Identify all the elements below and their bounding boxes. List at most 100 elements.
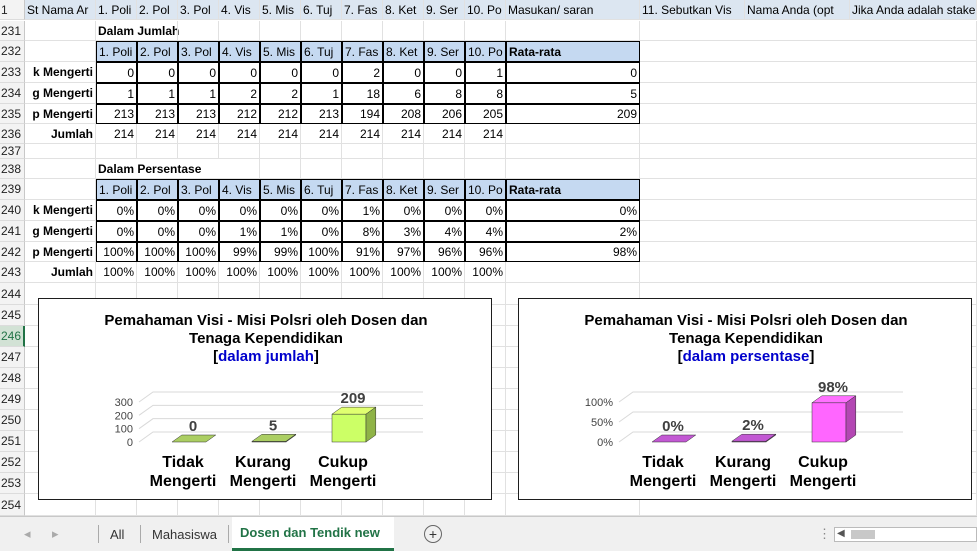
sheet-cell[interactable] [640,221,977,242]
header-cell[interactable]: 7. Fas [342,0,383,20]
sheet-cell[interactable]: 8 [424,83,465,104]
row-number[interactable]: 240 [0,200,25,221]
sheet-cell[interactable]: 0 [178,62,219,83]
sheet-cell[interactable] [25,21,96,41]
sheet-cell[interactable]: 10. Po [465,41,506,62]
sheet-cell[interactable]: 0% [137,200,178,221]
sheet-cell[interactable] [640,200,977,221]
sheet-cell[interactable] [178,21,219,41]
sheet-cell[interactable]: g Mengerti [25,83,96,104]
sheet-cell[interactable]: 9. Ser [424,179,465,200]
bar-2[interactable] [731,433,777,443]
sheet-cell[interactable]: 99% [219,242,260,262]
sheet-cell[interactable]: 0% [424,200,465,221]
sheet-cell[interactable]: 208 [383,104,424,124]
sheet-cell[interactable]: 214 [342,124,383,144]
sheet-cell[interactable]: 2. Pol [137,41,178,62]
sheet-cell[interactable]: 213 [178,104,219,124]
header-cell[interactable]: 9. Ser [424,0,465,20]
sheet-cell[interactable]: 2 [219,83,260,104]
sheet-cell[interactable]: 0% [506,200,640,221]
sheet-cell[interactable]: 0% [465,200,506,221]
row-number[interactable]: 248 [0,368,25,389]
row-number[interactable]: 246 [0,326,25,347]
sheet-cell[interactable] [640,41,977,62]
sheet-cell[interactable]: 8% [342,221,383,242]
sheet-cell[interactable] [506,159,640,179]
row-number[interactable]: 242 [0,242,25,262]
header-cell[interactable]: Masukan/ saran [506,0,640,20]
sheet-cell[interactable]: 1 [96,83,137,104]
header-cell[interactable]: 4. Vis [219,0,260,20]
sheet-cell[interactable]: k Mengerti [25,200,96,221]
sheet-cell[interactable]: 0% [383,200,424,221]
sheet-cell[interactable]: 7. Fas [342,179,383,200]
row-number[interactable]: 243 [0,262,25,283]
header-cell[interactable]: 5. Mis [260,0,301,20]
sheet-cell[interactable]: Jumlah [25,124,96,144]
sheet-cell[interactable] [506,262,640,283]
sheet-cell[interactable]: 213 [96,104,137,124]
sheet-row[interactable]: 243 Jumlah 100% 100% 100% 100% 100% 100% 100% 100… [0,262,977,283]
sheet-cell[interactable]: 214 [219,124,260,144]
row-number[interactable]: 239 [0,179,25,200]
sheet-cell[interactable]: 0% [178,221,219,242]
sheet-cell[interactable]: 6. Tuj [301,179,342,200]
sheet-cell[interactable] [640,242,977,262]
sheet-row[interactable]: 242 p Mengerti 100% 100% 100% 99% 99% 100% 91% 97… [0,242,977,262]
sheet-cell[interactable] [301,21,342,41]
sheet-cell[interactable] [640,159,977,179]
header-cell[interactable]: St Nama Ar [25,0,96,20]
sheet-cell[interactable] [260,159,301,179]
sheet-cell[interactable] [506,124,640,144]
row-number[interactable]: 1 [0,0,25,20]
sheet-cell[interactable] [219,21,260,41]
bar-1[interactable] [171,434,217,443]
sheet-cell[interactable]: 0 [424,62,465,83]
row-number[interactable]: 238 [0,159,25,179]
sheet-cell[interactable] [383,144,424,159]
sheet-cell[interactable] [506,21,640,41]
scroll-left-icon[interactable]: ◂ [16,517,39,551]
sheet-cell[interactable]: 4. Vis [219,41,260,62]
row-number[interactable]: 231 [0,21,25,41]
sheet-cell[interactable]: 100% [342,262,383,283]
sheet-cell[interactable]: 0% [260,200,301,221]
sheet-cell[interactable]: 212 [260,104,301,124]
row-number[interactable]: 253 [0,473,25,494]
sheet-cell[interactable] [137,144,178,159]
sheet-row[interactable]: 235 p Mengerti 213 213 213 212 212 213 194 208 206… [0,104,977,124]
sheet-cell[interactable]: 5 [506,83,640,104]
sheet-cell[interactable]: 100% [383,262,424,283]
sheet-cell[interactable] [219,144,260,159]
header-cell[interactable]: 10. Po [465,0,506,20]
sheet-cell[interactable]: 97% [383,242,424,262]
sheet-cell[interactable]: g Mengerti [25,221,96,242]
sheet-cell[interactable]: 8. Ket [383,179,424,200]
row-number[interactable]: 232 [0,41,25,62]
sheet-row[interactable]: 237 [0,144,977,159]
sheet-row[interactable]: 240 k Mengerti 0% 0% 0% 0% 0% 0% 1% 0% 0% 0% 0% [0,200,977,221]
chart-jumlah[interactable]: Pemahaman Visi - Misi Polsri oleh Dosen … [38,298,492,500]
sheet-row[interactable]: 241 g Mengerti 0% 0% 0% 1% 1% 0% 8% 3% 4% 4% 2% [0,221,977,242]
sheet-cell[interactable]: 100% [301,242,342,262]
sheet-cell[interactable]: 0% [301,221,342,242]
sheet-cell[interactable] [25,41,96,62]
sheet-cell[interactable] [260,144,301,159]
sheet-cell[interactable]: 214 [137,124,178,144]
sheet-cell[interactable] [96,144,137,159]
sheet-row[interactable]: 236 Jumlah 214 214 214 214 214 214 214 214 214 214 [0,124,977,144]
sheet-row[interactable]: 231 Dalam Jumlah [0,21,977,41]
sheet-cell[interactable]: 100% [96,262,137,283]
sheet-cell[interactable]: 98% [506,242,640,262]
row-number[interactable]: 251 [0,431,25,452]
header-cell[interactable]: 3. Pol [178,0,219,20]
sheet-cell[interactable]: Rata-rata [506,179,640,200]
sheet-cell[interactable]: 8 [465,83,506,104]
sheet-cell[interactable]: Dalam Persentase [96,159,260,179]
sheet-cell[interactable] [25,159,96,179]
sheet-cell[interactable]: 10. Po [465,179,506,200]
sheet-cell[interactable]: 1. Poli [96,179,137,200]
row-number[interactable]: 235 [0,104,25,124]
sheet-row[interactable]: 234 g Mengerti 1 1 1 2 2 1 18 6 8 8 5 [0,83,977,104]
